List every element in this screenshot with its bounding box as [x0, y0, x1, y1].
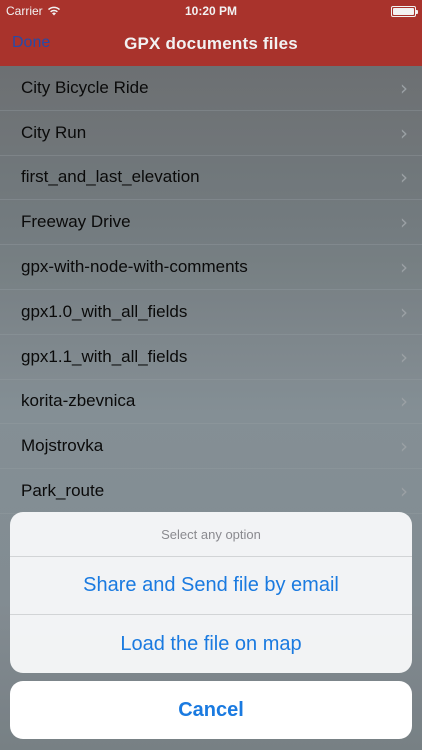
- action-sheet-title: Select any option: [10, 512, 412, 557]
- cancel-button[interactable]: Cancel: [10, 681, 412, 739]
- share-email-button[interactable]: Share and Send file by email: [10, 557, 412, 615]
- load-on-map-button[interactable]: Load the file on map: [10, 615, 412, 673]
- action-sheet: Select any option Share and Send file by…: [10, 512, 412, 673]
